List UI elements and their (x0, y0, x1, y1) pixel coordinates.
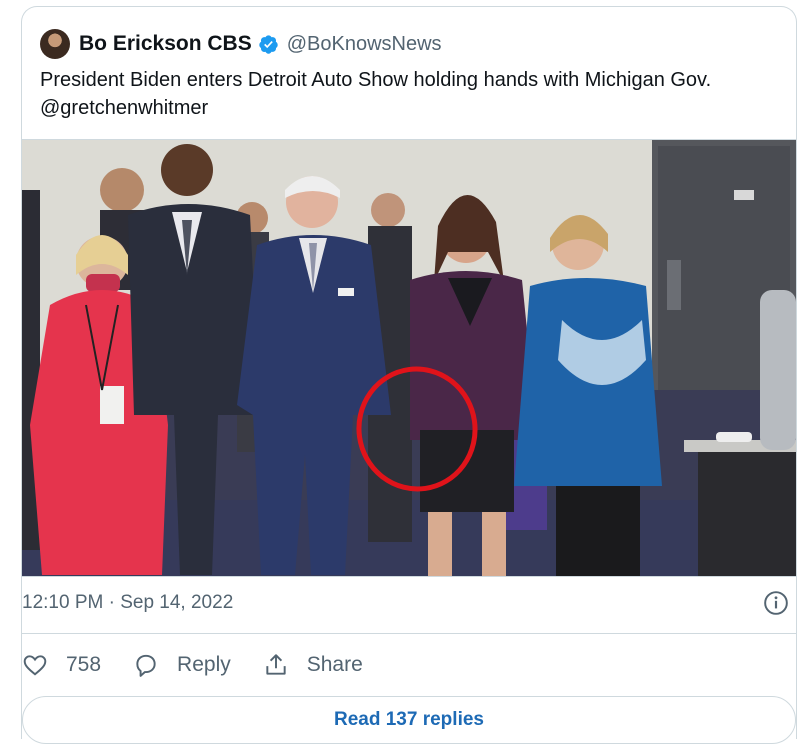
info-icon[interactable] (763, 590, 789, 616)
share-button[interactable]: Share (263, 652, 363, 678)
like-button[interactable]: 758 (22, 652, 101, 678)
like-count: 758 (66, 653, 102, 676)
reply-label: Reply (177, 653, 231, 676)
author-name[interactable]: Bo Erickson CBS (79, 32, 252, 56)
verified-badge-icon (259, 34, 278, 54)
tweet-card: Bo Erickson CBS @BoKnowsNews President B… (21, 6, 797, 744)
read-replies-button[interactable]: Read 137 replies (22, 696, 796, 744)
tweet-text: President Biden enters Detroit Auto Show… (40, 69, 712, 119)
author-handle[interactable]: @BoKnowsNews (287, 33, 442, 56)
avatar[interactable] (40, 29, 70, 59)
tweet-timestamp[interactable]: 12:10 PM · Sep 14, 2022 (22, 592, 233, 614)
divider (22, 633, 796, 634)
tweet-photo[interactable] (22, 139, 796, 577)
action-bar: 758 Reply Share (22, 647, 395, 683)
reply-button[interactable]: Reply (133, 652, 231, 678)
share-icon (266, 654, 286, 675)
tweet-header: Bo Erickson CBS @BoKnowsNews (40, 27, 442, 61)
auto-show-photo (22, 140, 796, 576)
reply-icon (136, 654, 156, 677)
heart-icon (23, 655, 47, 676)
share-label: Share (306, 653, 363, 676)
